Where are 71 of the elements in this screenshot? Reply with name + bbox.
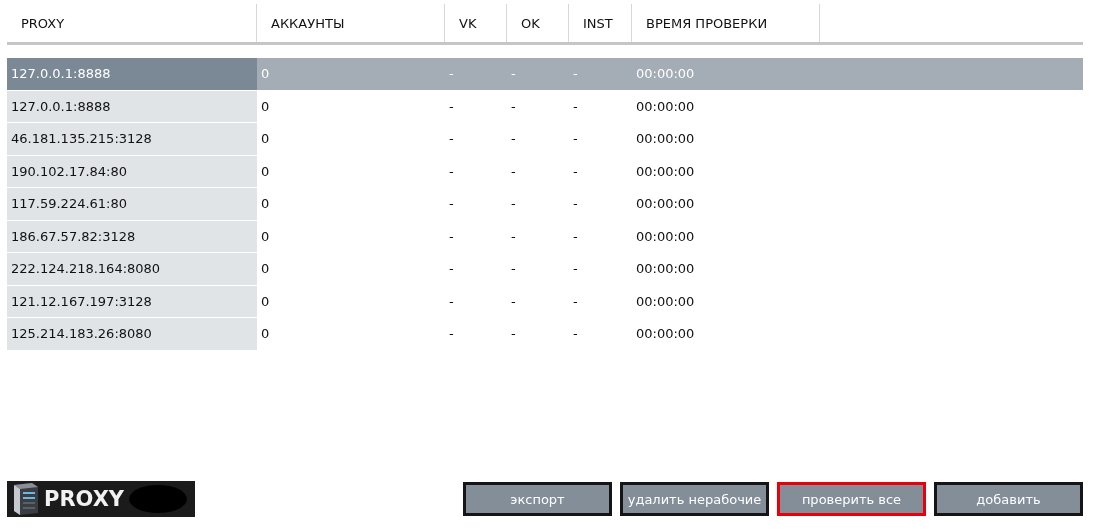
table-row[interactable]: 190.102.17.84:80 0 - - - 00:00:00 <box>7 155 1083 187</box>
table-cell-text: - <box>510 195 517 214</box>
table-cell-text: 0 <box>260 65 271 84</box>
table-cell: 127.0.0.1:8888 <box>7 90 257 122</box>
table-cell-text: 0 <box>260 292 271 311</box>
table-cell-text: - <box>448 130 455 149</box>
table-row[interactable]: 121.12.167.197:3128 0 - - - 00:00:00 <box>7 285 1083 317</box>
table-cell-text: 0 <box>260 227 271 246</box>
table-cell-text: - <box>448 65 455 84</box>
table-cell-text: - <box>572 130 579 149</box>
table-cell-text: 0 <box>260 130 271 149</box>
column-header[interactable]: PROXY <box>7 4 257 42</box>
table-cell-text: 00:00:00 <box>635 65 696 84</box>
table-cell-text: - <box>572 162 579 181</box>
table-cell-text: 00:00:00 <box>635 130 696 149</box>
table-cell-text: 0 <box>260 162 271 181</box>
table-cell-text: - <box>572 292 579 311</box>
table-cell-text: 00:00:00 <box>635 227 696 246</box>
table-row[interactable]: 117.59.224.61:80 0 - - - 00:00:00 <box>7 188 1083 220</box>
table-cell-text: - <box>510 260 517 279</box>
column-header[interactable]: АККАУНТЫ <box>257 4 445 42</box>
table-cell: 190.102.17.84:80 <box>7 155 257 187</box>
table-row[interactable]: 222.124.218.164:8080 0 - - - 00:00:00 <box>7 253 1083 285</box>
table-cell: 127.0.0.1:8888 <box>7 58 257 90</box>
table-cell-text: - <box>448 325 455 344</box>
column-header[interactable]: VK <box>445 4 507 42</box>
column-header[interactable]: OK <box>507 4 569 42</box>
table-cell-text: - <box>510 162 517 181</box>
table-cell-text: - <box>510 97 517 116</box>
table-cell-text: 0 <box>260 195 271 214</box>
table-cell-text: 00:00:00 <box>635 162 696 181</box>
table-cell-text: 00:00:00 <box>635 292 696 311</box>
table-row[interactable]: 186.67.57.82:3128 0 - - - 00:00:00 <box>7 220 1083 252</box>
table-cell-text: - <box>448 227 455 246</box>
logo-text: PROXY <box>44 487 125 511</box>
table-cell-text: 0 <box>260 325 271 344</box>
table-row[interactable]: 46.181.135.215:3128 0 - - - 00:00:00 <box>7 123 1083 155</box>
table-cell: 117.59.224.61:80 <box>7 188 257 220</box>
table-cell-text: 00:00:00 <box>635 97 696 116</box>
column-header[interactable]: ВРЕМЯ ПРОВЕРКИ <box>632 4 820 42</box>
table-cell: 121.12.167.197:3128 <box>7 285 257 317</box>
table-cell-text: 00:00:00 <box>635 260 696 279</box>
table-cell-text: - <box>510 325 517 344</box>
table-cell-text: - <box>448 292 455 311</box>
table-cell: 125.214.183.26:8080 <box>7 318 257 350</box>
table-cell: 46.181.135.215:3128 <box>7 123 257 155</box>
table-cell-text: 0 <box>260 97 271 116</box>
table-cell-text: - <box>448 260 455 279</box>
table-cell-text: - <box>448 162 455 181</box>
table-cell-text: - <box>572 97 579 116</box>
column-header[interactable]: INST <box>569 4 632 42</box>
table-cell-text: - <box>448 195 455 214</box>
table-cell-text: - <box>510 227 517 246</box>
table-cell-text: 00:00:00 <box>635 195 696 214</box>
redaction-mark <box>128 484 189 514</box>
table-cell-text: - <box>572 227 579 246</box>
table-row[interactable]: 127.0.0.1:8888 0 - - - 00:00:00 <box>7 90 1083 122</box>
table-cell: 186.67.57.82:3128 <box>7 220 257 252</box>
table-cell-text: - <box>572 325 579 344</box>
table-cell: 222.124.218.164:8080 <box>7 253 257 285</box>
table-cell-text: - <box>572 65 579 84</box>
table-cell-text: - <box>448 97 455 116</box>
table-cell-text: 0 <box>260 260 271 279</box>
table-cell-text: - <box>572 195 579 214</box>
table-cell-text: - <box>510 130 517 149</box>
table-row[interactable]: 127.0.0.1:8888 0 - - - 00:00:00 <box>7 58 1083 90</box>
table-cell-text: - <box>510 65 517 84</box>
table-cell-text: - <box>510 292 517 311</box>
table-cell-text: 00:00:00 <box>635 325 696 344</box>
table-cell-text: - <box>572 260 579 279</box>
table-row[interactable]: 125.214.183.26:8080 0 - - - 00:00:00 <box>7 318 1083 350</box>
